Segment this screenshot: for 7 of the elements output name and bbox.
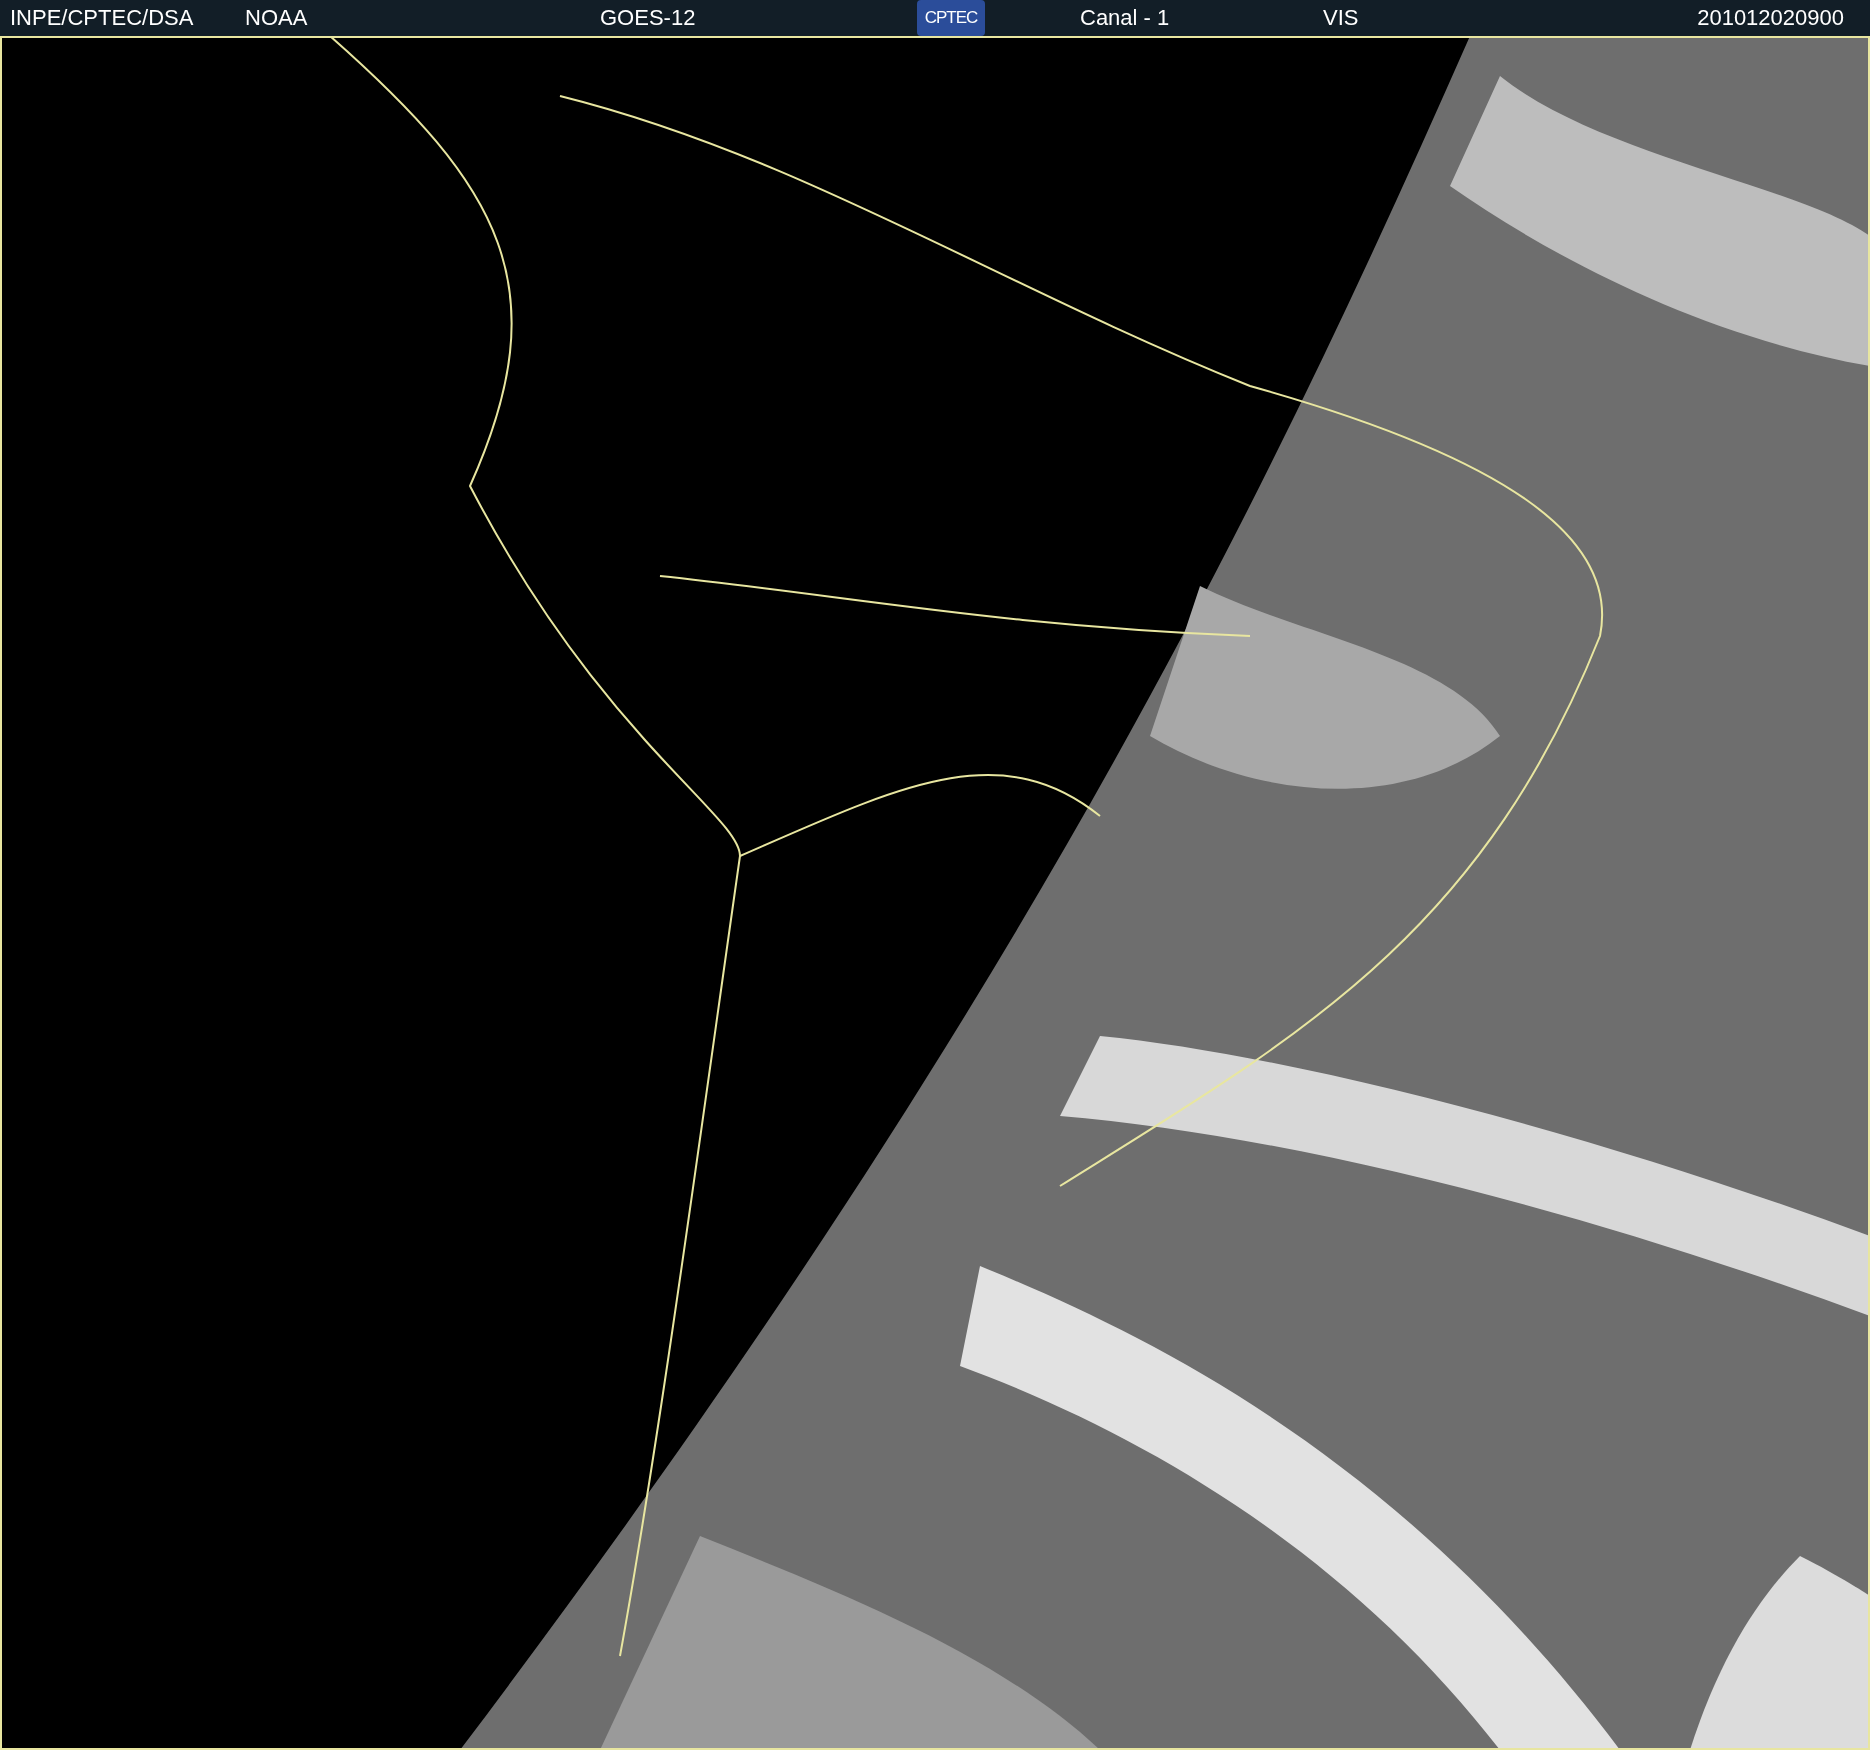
logo: CPTEC xyxy=(917,0,985,36)
source-label: INPE/CPTEC/DSA xyxy=(10,5,195,31)
satellite-label: GOES-12 xyxy=(600,5,697,31)
timestamp-label: 201012020900 xyxy=(1697,5,1844,31)
band-label: VIS xyxy=(1323,5,1359,31)
channel-label: Canal - 1 xyxy=(1080,5,1171,31)
agency-label: NOAA xyxy=(245,5,309,31)
